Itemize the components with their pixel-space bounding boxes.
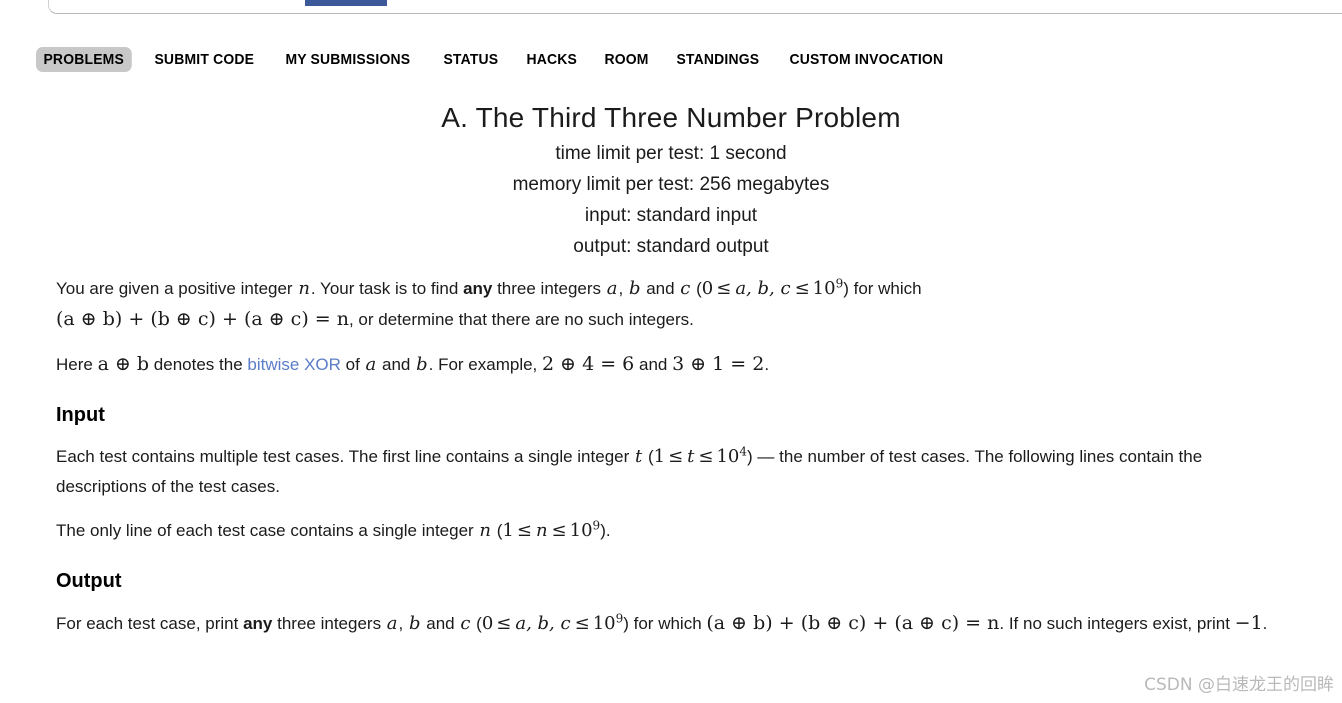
math-ten: 10	[569, 520, 593, 541]
emphasis-any: any	[243, 614, 273, 633]
math-formula-xor-sum: (a ⊕ b) + (b ⊕ c) + (a ⊕ c) = n	[56, 308, 349, 330]
problem-statement: A. The Third Three Number Problem time l…	[0, 98, 1342, 639]
bitwise-xor-link[interactable]: bitwise XOR	[247, 355, 341, 374]
math-le: ≤	[496, 613, 512, 634]
text-fragment: . If no such integers exist, print	[999, 614, 1235, 633]
emphasis-any: any	[463, 279, 493, 298]
input-paragraph-2: The only line of each test case contains…	[56, 516, 1286, 546]
text-fragment: . For example,	[428, 355, 542, 374]
math-var-a: a	[386, 613, 398, 634]
statement-paragraph-2: Here a ⊕ b denotes the bitwise XOR of a …	[56, 349, 1286, 380]
time-limit: time limit per test: 1 second	[555, 143, 787, 164]
math-var-c: c	[460, 613, 471, 634]
text-fragment: for which	[628, 614, 707, 633]
math-var-a: a	[606, 278, 618, 299]
text-fragment: (	[471, 614, 482, 633]
output-spec: output: standard output	[573, 236, 769, 257]
text-fragment: and	[421, 614, 460, 633]
math-le: ≤	[551, 520, 567, 541]
problem-header: A. The Third Three Number Problem time l…	[0, 98, 1342, 262]
math-var-n: n	[479, 520, 492, 541]
nav-item-standings[interactable]: STANDINGS	[669, 47, 767, 72]
math-le: ≤	[698, 446, 714, 467]
text-fragment: for which	[848, 279, 922, 298]
math-minus-one: −1	[1234, 612, 1263, 634]
math-le: ≤	[716, 278, 732, 299]
math-le: ≤	[668, 446, 684, 467]
math-vars-abc: a, b, c	[735, 278, 791, 299]
math-ten: 10	[716, 446, 740, 467]
tabstrip-border-right	[1241, 13, 1342, 14]
section-heading-output: Output	[56, 570, 122, 592]
math-example-2: 3 ⊕ 1 = 2	[672, 353, 765, 375]
math-var-t: t	[634, 446, 643, 467]
csdn-watermark: CSDN @白速龙王的回眸	[1144, 675, 1334, 695]
text-fragment: . Your task is to find	[310, 279, 464, 298]
input-spec: input: standard input	[584, 205, 758, 226]
active-tab-indicator[interactable]	[305, 0, 387, 6]
nav-item-hacks[interactable]: HACKS	[519, 47, 584, 72]
math-ten: 10	[812, 278, 836, 299]
math-var-c: c	[680, 278, 691, 299]
text-fragment: .	[605, 521, 611, 540]
math-var-b: b	[628, 278, 641, 299]
text-fragment: .	[764, 355, 770, 374]
text-fragment: and	[634, 355, 673, 374]
text-fragment: of	[340, 355, 365, 374]
math-var-b: b	[408, 613, 421, 634]
text-fragment: You are given a positive integer	[56, 279, 298, 298]
text-fragment: , or determine that there are no such in…	[348, 310, 694, 329]
math-zero: 0	[481, 613, 494, 634]
text-fragment: (	[643, 447, 654, 466]
nav-item-submit-code[interactable]: SUBMIT CODE	[147, 47, 262, 72]
text-fragment: three integers	[492, 279, 606, 298]
input-paragraph-1: Each test contains multiple test cases. …	[56, 442, 1286, 502]
memory-limit: memory limit per test: 256 megabytes	[512, 174, 830, 195]
browser-tabstrip-remnant	[0, 0, 1342, 15]
math-zero: 0	[701, 278, 714, 299]
math-var-b: b	[416, 354, 428, 375]
math-le: ≤	[794, 278, 810, 299]
math-example-1: 2 ⊕ 4 = 6	[542, 353, 635, 375]
nav-item-custom-invocation[interactable]: CUSTOM INVOCATION	[782, 47, 951, 72]
section-heading-input: Input	[56, 404, 105, 426]
text-fragment: denotes the	[149, 355, 248, 374]
statement-paragraph-1: You are given a positive integer n. Your…	[56, 274, 1286, 335]
text-fragment: Each test contains multiple test cases. …	[56, 447, 634, 466]
math-ten: 10	[592, 613, 616, 634]
text-fragment: (	[492, 521, 503, 540]
nav-item-problems[interactable]: PROBLEMS	[36, 46, 132, 72]
math-le: ≤	[574, 613, 590, 634]
text-fragment: For each test case, print	[56, 614, 244, 633]
text-fragment: three integers	[272, 614, 386, 633]
contest-nav: PROBLEMS SUBMIT CODE MY SUBMISSIONS STAT…	[0, 44, 1342, 74]
output-paragraph-1: For each test case, print any three inte…	[56, 608, 1286, 639]
tabstrip-border	[48, 0, 1342, 14]
math-exponent: 4	[739, 444, 748, 459]
text-fragment: ,	[398, 614, 408, 633]
math-var-t: t	[687, 446, 695, 467]
math-var-a: a	[365, 354, 377, 375]
text-fragment: .	[1262, 614, 1268, 633]
nav-item-status[interactable]: STATUS	[436, 47, 506, 72]
math-var-n: n	[535, 520, 548, 541]
math-one: 1	[653, 446, 666, 467]
nav-item-room[interactable]: ROOM	[597, 47, 656, 72]
math-formula-xor-sum: (a ⊕ b) + (b ⊕ c) + (a ⊕ c) = n	[706, 612, 1000, 634]
math-le: ≤	[516, 520, 532, 541]
page-title: A. The Third Three Number Problem	[441, 102, 901, 133]
nav-item-my-submissions[interactable]: MY SUBMISSIONS	[278, 47, 418, 72]
math-var-n: n	[298, 278, 310, 299]
problem-body: You are given a positive integer n. Your…	[0, 274, 1342, 639]
text-fragment: The only line of each test case contains…	[56, 521, 479, 540]
math-vars-abc: a, b, c	[515, 613, 571, 634]
math-a-xor-b: a ⊕ b	[97, 353, 150, 375]
text-fragment: (	[691, 279, 702, 298]
text-fragment: ,	[618, 279, 628, 298]
text-fragment: and	[377, 355, 416, 374]
math-one: 1	[502, 520, 514, 541]
text-fragment: Here	[56, 355, 98, 374]
text-fragment: and	[641, 279, 680, 298]
